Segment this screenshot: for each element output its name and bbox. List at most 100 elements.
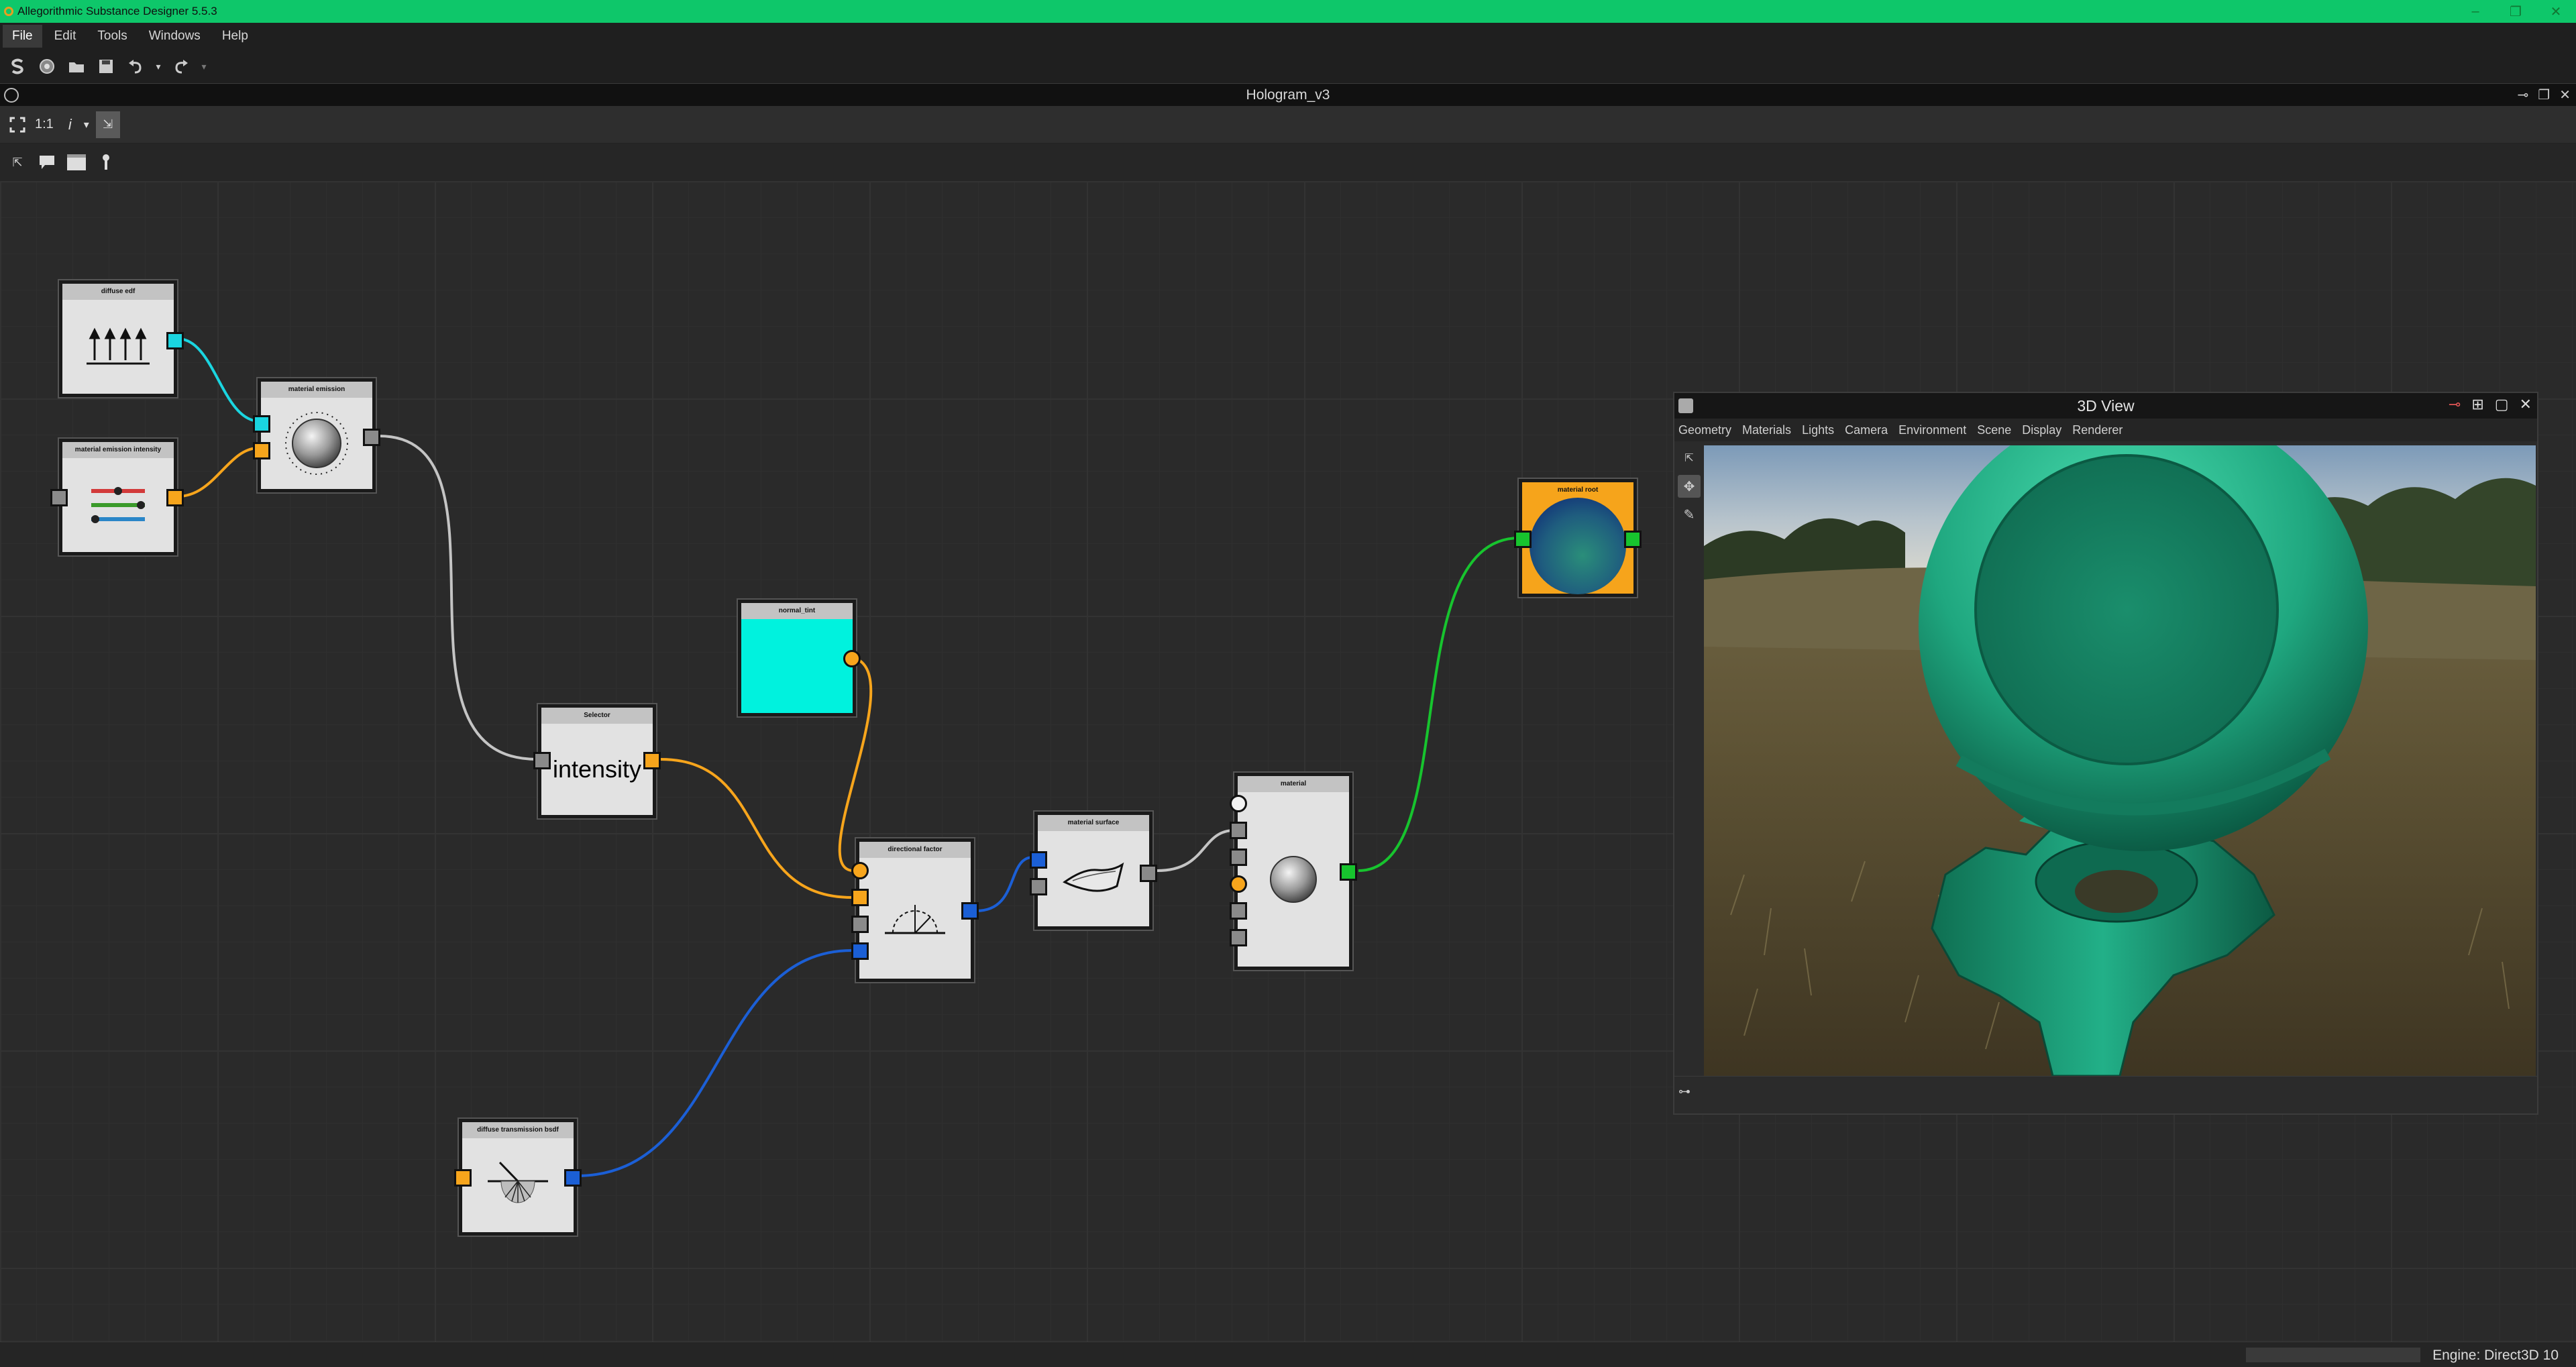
- options-dropdown-icon[interactable]: ▾: [84, 118, 89, 131]
- comment-icon[interactable]: [35, 150, 59, 174]
- open-external-icon[interactable]: ⇱: [1678, 447, 1701, 470]
- node-material-root[interactable]: material root: [1514, 479, 1642, 597]
- output-port[interactable]: [166, 489, 184, 506]
- input-port[interactable]: [50, 489, 68, 506]
- redo-dropdown-icon[interactable]: ▾: [199, 54, 209, 78]
- tile-icon[interactable]: ⊞: [2471, 396, 2483, 413]
- menu-renderer[interactable]: Renderer: [2072, 423, 2123, 437]
- input-port-exponent[interactable]: [851, 916, 869, 933]
- input-port-intensity[interactable]: [253, 442, 270, 459]
- undo-dropdown-icon[interactable]: ▾: [153, 54, 164, 78]
- menu-tools[interactable]: Tools: [88, 25, 136, 48]
- window-title: Allegorithmic Substance Designer 5.5.3: [17, 5, 217, 17]
- node-directional-factor[interactable]: directional factor: [851, 838, 979, 982]
- input-port-tint[interactable]: [454, 1169, 472, 1187]
- close-graph-icon[interactable]: ✕: [2559, 87, 2571, 103]
- input-port-surface[interactable]: [1230, 822, 1247, 839]
- menu-materials[interactable]: Materials: [1742, 423, 1791, 437]
- output-port[interactable]: [564, 1169, 582, 1187]
- open-external-icon[interactable]: ⇱: [5, 150, 30, 174]
- 3d-viewport[interactable]: [1704, 445, 2536, 1076]
- node-material-emission[interactable]: material emission: [253, 378, 380, 492]
- input-port-color[interactable]: [253, 415, 270, 433]
- pin-icon[interactable]: ⊸: [2449, 396, 2461, 413]
- sliders-icon: [91, 487, 145, 523]
- minimize-icon[interactable]: –: [2455, 0, 2496, 23]
- output-port[interactable]: [843, 650, 861, 667]
- input-port[interactable]: [533, 752, 551, 769]
- output-port[interactable]: [1624, 531, 1642, 548]
- status-bar: Engine: Direct3D 10: [0, 1342, 2576, 1367]
- fit-view-icon[interactable]: [5, 113, 30, 137]
- close-3d-view-icon[interactable]: ✕: [2520, 396, 2532, 413]
- substance-icon[interactable]: [5, 54, 30, 78]
- input-port-emission[interactable]: [1030, 878, 1047, 895]
- 3d-view-panel: 3D View ⊸ ⊞ ▢ ✕ Geometry Materials Light…: [1673, 392, 2538, 1115]
- input-port-scattering[interactable]: [1030, 851, 1047, 869]
- info-icon[interactable]: i: [68, 116, 72, 133]
- package-icon[interactable]: [35, 54, 59, 78]
- menu-camera[interactable]: Camera: [1845, 423, 1888, 437]
- node-title: material emission: [261, 382, 372, 398]
- output-port[interactable]: [961, 902, 979, 920]
- node-thumbnail: [1038, 831, 1149, 926]
- output-port[interactable]: [1140, 865, 1157, 882]
- graph-toolbar: 1:1 i ▾ ⇲: [0, 106, 2576, 144]
- menu-help[interactable]: Help: [213, 25, 258, 48]
- input-port-grazing-tint[interactable]: [851, 889, 869, 906]
- input-port-normal-tint[interactable]: [851, 862, 869, 879]
- output-port[interactable]: [1340, 863, 1357, 881]
- zoom-1-1-button[interactable]: 1:1: [35, 117, 54, 132]
- menu-scene[interactable]: Scene: [1977, 423, 2011, 437]
- input-port-volume[interactable]: [1230, 902, 1247, 920]
- output-port[interactable]: [643, 752, 661, 769]
- menu-windows[interactable]: Windows: [140, 25, 210, 48]
- graph-icon: [4, 88, 19, 103]
- display-toggle-icon[interactable]: ⇲: [95, 111, 120, 138]
- input-port-base[interactable]: [851, 942, 869, 960]
- menu-file[interactable]: File: [3, 25, 42, 48]
- app-window: Allegorithmic Substance Designer 5.5.3 –…: [0, 0, 2576, 1367]
- node-selector[interactable]: Selector intensity: [533, 704, 661, 818]
- menu-environment[interactable]: Environment: [1898, 423, 1966, 437]
- 3d-scene-render: [1704, 445, 2536, 1076]
- menu-display[interactable]: Display: [2022, 423, 2061, 437]
- camera-mode-icon[interactable]: ✥: [1678, 475, 1701, 498]
- open-folder-icon[interactable]: [64, 54, 89, 78]
- material-preview-sphere: [1529, 498, 1626, 594]
- input-port[interactable]: [1514, 531, 1532, 548]
- pin-icon[interactable]: ⊸: [2518, 87, 2529, 103]
- input-port-thin-walled[interactable]: [1230, 795, 1247, 812]
- undo-icon[interactable]: [123, 54, 148, 78]
- menu-geometry[interactable]: Geometry: [1678, 423, 1731, 437]
- node-material[interactable]: material: [1230, 773, 1357, 970]
- 3d-view-window-controls: ⊸ ⊞ ▢ ✕: [2449, 396, 2532, 413]
- surface-icon: [1063, 862, 1124, 892]
- output-port[interactable]: [166, 332, 184, 349]
- scene-tree-icon[interactable]: ⊶: [1678, 1085, 1690, 1099]
- save-icon[interactable]: [94, 54, 118, 78]
- node-material-surface[interactable]: material surface: [1030, 812, 1157, 930]
- node-diffuse-edf[interactable]: diffuse edf: [59, 280, 184, 397]
- output-port[interactable]: [363, 429, 380, 446]
- float-icon[interactable]: ❐: [2538, 87, 2550, 103]
- close-icon[interactable]: ✕: [2536, 0, 2576, 23]
- frame-icon[interactable]: [64, 150, 89, 174]
- node-thumbnail: intensity: [541, 724, 653, 815]
- node-title: material: [1238, 776, 1349, 792]
- input-port-backface[interactable]: [1230, 849, 1247, 866]
- node-material-emission-intensity[interactable]: material emission intensity: [50, 439, 184, 555]
- maximize-icon[interactable]: ▢: [2495, 396, 2509, 413]
- selector-member-label: intensity: [552, 755, 642, 783]
- input-port-geometry[interactable]: [1230, 929, 1247, 946]
- node-diffuse-transmission-bsdf[interactable]: diffuse transmission bsdf: [454, 1119, 582, 1236]
- pin-node-icon[interactable]: [94, 150, 118, 174]
- restore-icon[interactable]: ❐: [2496, 0, 2536, 23]
- input-port-ior[interactable]: [1230, 875, 1247, 893]
- redo-icon[interactable]: [169, 54, 193, 78]
- menu-lights[interactable]: Lights: [1802, 423, 1834, 437]
- node-normal-tint[interactable]: normal_tint: [738, 600, 861, 716]
- menu-edit[interactable]: Edit: [45, 25, 86, 48]
- light-tool-icon[interactable]: ✎: [1678, 503, 1701, 526]
- menu-bar: File Edit Tools Windows Help: [0, 23, 2576, 50]
